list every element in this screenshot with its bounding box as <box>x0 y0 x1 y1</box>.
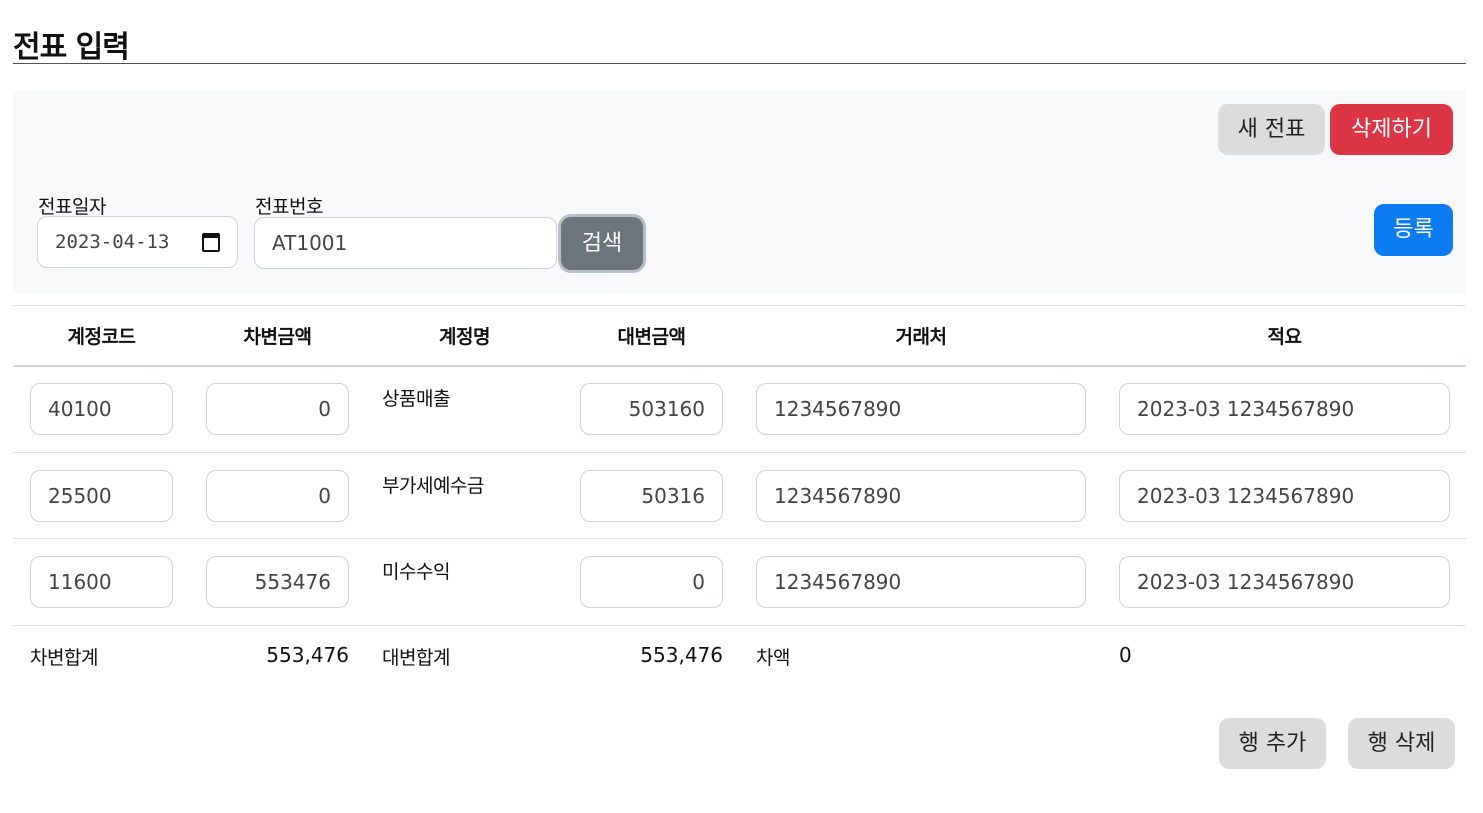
voucher-number-value: AT1001 <box>272 231 348 255</box>
row-divider <box>13 452 1466 453</box>
row-2-credit-input[interactable]: 50316 <box>580 470 723 522</box>
row-3-memo-value: 2023-03 1234567890 <box>1137 570 1355 594</box>
search-button[interactable]: 검색 <box>561 217 643 270</box>
new-voucher-button[interactable]: 새 전표 <box>1218 104 1325 155</box>
debit-total-value: 553,476 <box>266 643 349 667</box>
row-2-account-name: 부가세예수금 <box>382 475 484 497</box>
voucher-number-label: 전표번호 <box>255 196 323 218</box>
column-header-memo: 적요 <box>1267 326 1302 348</box>
row-2-account-code-input[interactable]: 25500 <box>30 470 173 522</box>
row-2-vendor-input[interactable]: 1234567890 <box>756 470 1086 522</box>
row-1-vendor-value: 1234567890 <box>774 397 902 421</box>
row-2-account-code-value: 25500 <box>48 484 112 508</box>
row-3-credit-input[interactable]: 0 <box>580 556 723 608</box>
calendar-icon[interactable] <box>202 232 220 252</box>
column-header-account-code: 계정코드 <box>67 326 136 348</box>
row-3-memo-input[interactable]: 2023-03 1234567890 <box>1119 556 1450 608</box>
row-2-debit-value: 0 <box>318 484 331 508</box>
row-1-memo-value: 2023-03 1234567890 <box>1137 397 1355 421</box>
row-1-account-name: 상품매출 <box>382 388 450 410</box>
voucher-date-input[interactable]: 2023-04-13 <box>37 216 238 268</box>
row-divider <box>13 625 1466 626</box>
row-1-memo-input[interactable]: 2023-03 1234567890 <box>1119 383 1450 435</box>
voucher-date-label: 전표일자 <box>38 196 106 218</box>
table-top-border <box>13 305 1466 306</box>
row-1-vendor-input[interactable]: 1234567890 <box>756 383 1086 435</box>
row-3-account-code-input[interactable]: 11600 <box>30 556 173 608</box>
add-row-button[interactable]: 행 추가 <box>1219 718 1326 769</box>
voucher-date-value: 2023-04-13 <box>55 231 170 253</box>
delete-voucher-button[interactable]: 삭제하기 <box>1330 104 1453 155</box>
row-3-credit-value: 0 <box>692 570 705 594</box>
row-2-credit-value: 50316 <box>641 484 705 508</box>
column-header-account-name: 계정명 <box>439 326 490 348</box>
delete-row-button[interactable]: 행 삭제 <box>1348 718 1455 769</box>
title-divider <box>13 63 1466 64</box>
row-1-credit-value: 503160 <box>628 397 705 421</box>
row-3-account-name: 미수수익 <box>382 561 450 583</box>
difference-value: 0 <box>1119 643 1132 667</box>
row-2-memo-input[interactable]: 2023-03 1234567890 <box>1119 470 1450 522</box>
row-2-debit-input[interactable]: 0 <box>206 470 349 522</box>
difference-label: 차액 <box>756 647 790 669</box>
register-button[interactable]: 등록 <box>1374 204 1453 256</box>
voucher-number-input[interactable]: AT1001 <box>254 217 557 269</box>
row-1-account-code-input[interactable]: 40100 <box>30 383 173 435</box>
column-header-debit-amount: 차변금액 <box>243 326 312 348</box>
table-header-border <box>13 365 1466 367</box>
debit-total-label: 차변합계 <box>30 647 98 669</box>
row-1-debit-value: 0 <box>318 397 331 421</box>
row-1-debit-input[interactable]: 0 <box>206 383 349 435</box>
voucher-entry-page: 전표 입력 새 전표 삭제하기 전표일자 2023-04-13 전표번호 AT1… <box>0 0 1483 813</box>
row-2-memo-value: 2023-03 1234567890 <box>1137 484 1355 508</box>
credit-total-value: 553,476 <box>640 643 723 667</box>
row-3-vendor-input[interactable]: 1234567890 <box>756 556 1086 608</box>
row-1-credit-input[interactable]: 503160 <box>580 383 723 435</box>
row-3-debit-value: 553476 <box>254 570 331 594</box>
page-title: 전표 입력 <box>13 30 130 65</box>
column-header-vendor: 거래처 <box>895 326 947 348</box>
row-3-debit-input[interactable]: 553476 <box>206 556 349 608</box>
row-3-vendor-value: 1234567890 <box>774 570 902 594</box>
column-header-credit-amount: 대변금액 <box>617 326 686 348</box>
credit-total-label: 대변합계 <box>382 647 450 669</box>
row-2-vendor-value: 1234567890 <box>774 484 902 508</box>
row-divider <box>13 538 1466 539</box>
row-3-account-code-value: 11600 <box>48 570 112 594</box>
row-1-account-code-value: 40100 <box>48 397 112 421</box>
